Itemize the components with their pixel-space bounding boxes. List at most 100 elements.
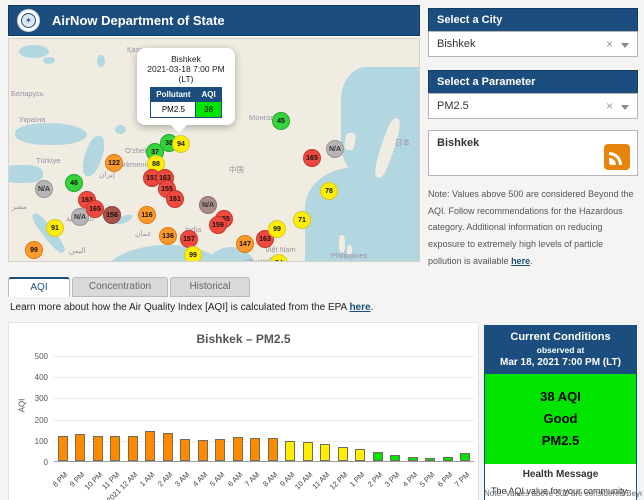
chart-y-tick: 200	[34, 415, 48, 425]
chart-bar	[145, 430, 156, 461]
aqi-marker[interactable]: 136	[159, 227, 177, 245]
parameter-select-value: PM2.5	[437, 100, 469, 112]
tab-historical[interactable]: Historical	[170, 277, 250, 297]
chart-bar	[425, 458, 436, 461]
map-country-label: عمان	[135, 229, 152, 238]
aral-sea-shape	[115, 125, 126, 134]
aqi-marker[interactable]: 78	[320, 182, 338, 200]
current-aqi-pollutant: PM2.5	[541, 433, 580, 449]
chevron-down-icon[interactable]	[621, 105, 629, 110]
aqi-marker[interactable]: 165	[86, 200, 104, 218]
aqi-marker[interactable]: 161	[166, 190, 184, 208]
aqi-marker[interactable]: 99	[268, 220, 286, 238]
state-department-seal-icon: ✶	[17, 9, 40, 32]
current-aqi-block: 38 AQI Good PM2.5	[485, 374, 636, 465]
popup-col-pollutant: Pollutant	[150, 87, 197, 102]
aqi-marker[interactable]: N/A	[326, 140, 344, 158]
map-country-label: Türkiye	[36, 156, 61, 165]
chart-y-tick: 100	[34, 436, 48, 446]
health-message-title: Health Message	[522, 469, 599, 481]
app-title: AirNow Department of State	[52, 13, 225, 28]
aqi-marker[interactable]: 147	[236, 235, 254, 253]
map-country-label: 日本	[395, 138, 410, 147]
aqi-world-map[interactable]: БеларусьУкраїнаTürkiyeҚазақстанO'zbekist…	[8, 38, 420, 262]
chart-bar	[407, 456, 418, 461]
aqi-chart-card: Bishkek – PM2.5 AQI 0 100 200 300 400 500 8 P…	[8, 322, 479, 500]
chart-bar	[197, 439, 208, 461]
current-conditions-header: Current Conditions observed at Mar 18, 2…	[485, 326, 636, 374]
chart-y-tick: 400	[34, 373, 48, 383]
black-sea-shape	[15, 123, 87, 145]
aqi-marker[interactable]: 157	[180, 230, 198, 248]
lake-shape	[97, 55, 105, 67]
chart-bar	[250, 438, 261, 461]
current-conditions-note: Note: Values above 500 are considered Be…	[484, 489, 642, 498]
tab-aqi[interactable]: AQI	[8, 277, 70, 297]
aqi-marker[interactable]: 116	[138, 206, 156, 224]
current-aqi-value: 38 AQI	[540, 389, 581, 404]
chart-bar	[232, 437, 243, 461]
aqi-marker[interactable]: 99	[25, 241, 43, 259]
map-country-label: مصر	[12, 202, 27, 211]
popup-timezone: (LT)	[178, 74, 194, 84]
map-country-label: اليمن	[69, 246, 86, 255]
observed-datetime: Mar 18, 2021 7:00 PM (LT)	[500, 357, 621, 368]
chart-title: Bishkek – PM2.5	[196, 332, 291, 346]
current-conditions-panel: Current Conditions observed at Mar 18, 2…	[484, 325, 637, 500]
aqi-marker[interactable]: 71	[293, 211, 311, 229]
map-country-label: Philippines	[331, 251, 368, 260]
chart-bar	[75, 434, 86, 461]
city-select-value: Bishkek	[437, 38, 476, 50]
map-country-label: Беларусь	[11, 89, 44, 98]
clear-icon[interactable]: ×	[606, 32, 613, 56]
chart-bar	[372, 451, 383, 461]
lake-shape	[43, 57, 55, 64]
tab-concentration[interactable]: Concentration	[72, 277, 168, 297]
aqi-marker[interactable]: 54	[270, 254, 288, 261]
aqi-marker[interactable]: 122	[105, 154, 123, 172]
popup-aqi-value: 38	[195, 101, 222, 118]
chart-bar	[57, 436, 68, 461]
chart-bar	[460, 452, 471, 461]
popup-arrow	[171, 125, 187, 141]
chart-bar	[127, 435, 138, 461]
app-header: ✶ AirNow Department of State	[8, 5, 420, 36]
popup-col-aqi: AQI	[195, 87, 222, 102]
chart-bar	[267, 438, 278, 461]
clear-icon[interactable]: ×	[606, 94, 613, 118]
map-popup: Bishkek 2021-03-18 7:00 PM (LT) Pollutan…	[137, 48, 235, 133]
aqi-marker[interactable]: 159	[209, 216, 227, 234]
chart-bar	[320, 444, 331, 461]
current-conditions-title: Current Conditions	[510, 331, 611, 343]
particle-pollution-link[interactable]: here	[511, 256, 530, 266]
aqi-marker[interactable]: 91	[46, 219, 64, 237]
aqi-marker[interactable]: 46	[65, 174, 83, 192]
aqi-marker[interactable]: 165	[303, 149, 321, 167]
lake-shape	[19, 45, 49, 58]
chart-tabs: AQI Concentration Historical	[8, 277, 250, 297]
chart-y-tick: 0	[43, 458, 48, 467]
chart-plot-area: 8 PM 9 PM 10 PM 11 PM 2021 12 AM 1 AM 2 AM 3 AM…	[50, 356, 474, 500]
chart-bar	[337, 447, 348, 461]
chart-bar	[92, 435, 103, 461]
popup-city: Bishkek	[171, 54, 201, 64]
rss-icon[interactable]	[604, 144, 630, 170]
epa-aqi-link[interactable]: here	[349, 302, 370, 313]
popup-pollutant-value: PM2.5	[150, 101, 197, 118]
aqi-marker[interactable]: 45	[272, 112, 290, 130]
aqi-marker[interactable]: 99	[184, 246, 202, 261]
city-select[interactable]: Bishkek ×	[428, 31, 638, 57]
chart-bar	[162, 433, 173, 461]
aqi-marker[interactable]: 156	[103, 206, 121, 224]
chart-bar	[442, 456, 453, 461]
chart-bar	[390, 454, 401, 461]
popup-table: Pollutant AQI PM2.5 38	[150, 87, 222, 118]
aqi-marker[interactable]: N/A	[35, 180, 53, 198]
chevron-down-icon[interactable]	[621, 43, 629, 48]
chart-bar	[180, 438, 191, 461]
select-parameter-header: Select a Parameter	[428, 70, 638, 93]
parameter-select[interactable]: PM2.5 ×	[428, 93, 638, 119]
aqi-marker[interactable]: N/A	[199, 196, 217, 214]
mediterranean-shape	[9, 165, 43, 183]
chart-bar	[285, 440, 296, 461]
